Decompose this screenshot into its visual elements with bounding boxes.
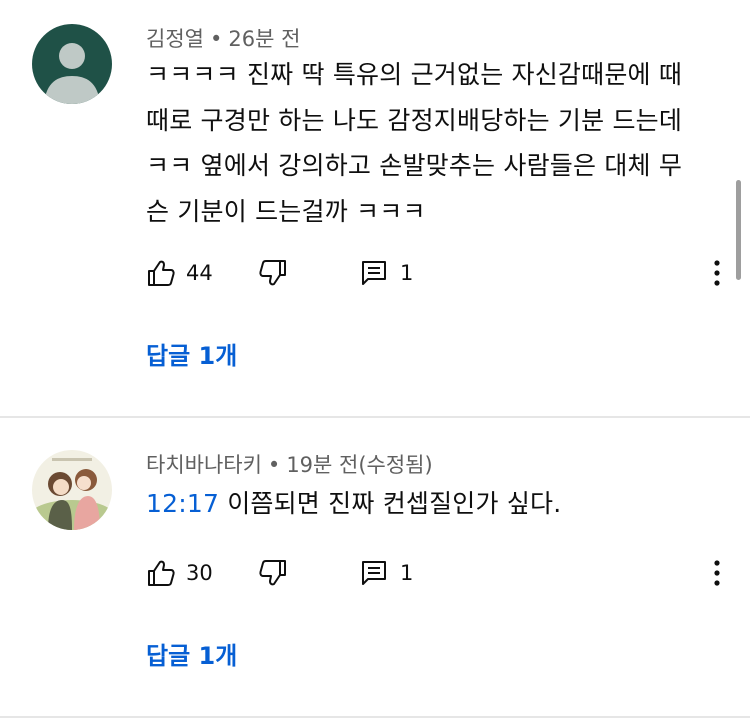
more-options-button[interactable] [712,258,722,288]
comment-icon [362,261,386,285]
thumb-up-icon [148,260,175,286]
like-button[interactable]: 30 [146,558,213,588]
reply-count: 1 [400,561,414,585]
meta-separator: • [267,453,281,477]
like-button[interactable]: 44 [146,258,213,288]
thumb-up-icon [148,560,175,586]
meta-separator: • [209,27,223,51]
author-name[interactable]: 김정열 [146,27,204,51]
thumb-down-icon [259,560,286,586]
comment-text: 12:17 이쯤되면 진짜 컨셉질인가 싶다. [146,481,706,527]
like-count: 30 [186,561,213,585]
illustrated-avatar-icon [32,450,112,530]
reply-button[interactable]: 1 [360,558,413,588]
comment-meta: 김정열 • 26분 전 [146,25,300,53]
timestamp-link[interactable]: 12:17 [146,489,219,518]
comment-text-line: 이쯤되면 진짜 컨셉질인가 싶다. [227,489,562,518]
view-replies-button[interactable]: 답글 1개 [146,641,237,671]
dislike-button[interactable] [258,558,288,588]
author-name[interactable]: 타치바나타키 [146,453,262,477]
avatar[interactable] [32,450,112,530]
comment-actions: 44 1 [146,258,736,288]
comment-text-line: ㅋㅋㅋㅋ 진짜 딱 특유의 근거없는 자신감때문에 때 [146,60,683,89]
comment-time: 19분 전(수정됨) [286,453,433,477]
more-vert-icon [714,560,720,586]
comment-text-line: ㅋㅋ 옆에서 강의하고 손발맞추는 사람들은 대체 무 [146,151,683,180]
more-options-button[interactable] [712,558,722,588]
default-avatar-icon [32,24,112,104]
scrollbar-thumb[interactable] [736,180,741,280]
more-vert-icon [714,260,720,286]
comment-divider [0,716,750,718]
comment-text-line: 때로 구경만 하는 나도 감정지배당하는 기분 드는데 [146,105,683,135]
comment-icon [362,561,386,585]
view-replies-button[interactable]: 답글 1개 [146,341,237,371]
thumb-down-icon [259,260,286,286]
comment-divider [0,416,750,418]
comment-time: 26분 전 [228,27,301,51]
reply-count: 1 [400,261,414,285]
comment-actions: 30 1 [146,558,736,588]
comment-text-line: 슨 기분이 드는걸까 ㅋㅋㅋ [146,196,426,226]
reply-button[interactable]: 1 [360,258,413,288]
comments-page: 김정열 • 26분 전 ㅋㅋㅋㅋ 진짜 딱 특유의 근거없는 자신감때문에 때 때로… [0,0,750,722]
dislike-button[interactable] [258,258,288,288]
comment-text: ㅋㅋㅋㅋ 진짜 딱 특유의 근거없는 자신감때문에 때 때로 구경만 하는 나도… [146,52,706,234]
avatar[interactable] [32,24,112,104]
like-count: 44 [186,261,213,285]
comment-meta: 타치바나타키 • 19분 전(수정됨) [146,451,433,479]
